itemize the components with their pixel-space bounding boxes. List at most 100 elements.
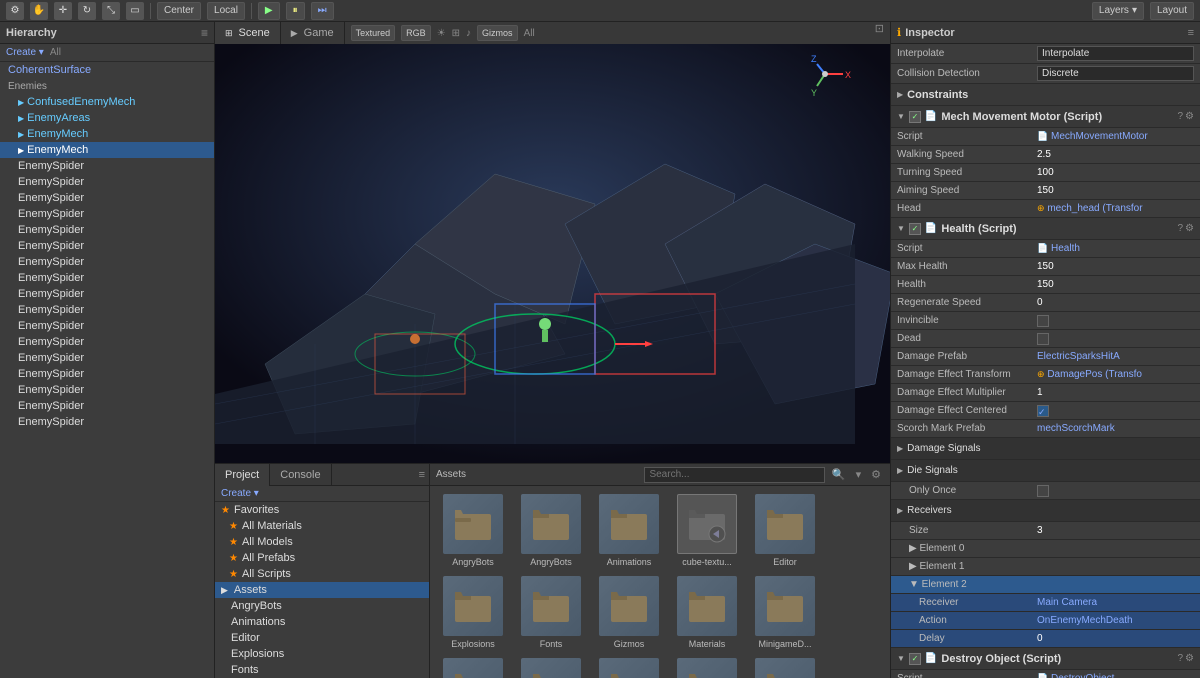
fav-models[interactable]: ★ All Models: [215, 534, 429, 550]
asset-prefabs[interactable]: Prefabs: [672, 658, 742, 678]
create-label[interactable]: Create ▾: [6, 47, 44, 58]
size-value[interactable]: 3: [1037, 525, 1194, 536]
destroy-script-value[interactable]: 📄 DestroyObject: [1037, 673, 1194, 678]
hier-item-enemyareas[interactable]: ▶EnemyAreas: [0, 110, 214, 126]
asset-angrybots2[interactable]: AngryBots: [516, 494, 586, 568]
asset-editor[interactable]: Editor: [750, 494, 820, 568]
favorites-header[interactable]: ★ Favorites: [215, 502, 429, 518]
gizmos-dropdown[interactable]: Gizmos: [477, 25, 518, 41]
hand-tool[interactable]: ✋: [30, 2, 48, 20]
receivers-header[interactable]: ▶ Receivers: [891, 500, 1200, 522]
pause-button[interactable]: ⏸: [286, 2, 305, 20]
transform-button[interactable]: Local: [207, 2, 245, 20]
damage-prefab-value[interactable]: ElectricSparksHitA: [1037, 351, 1194, 362]
asset-explosions[interactable]: Explosions: [438, 576, 508, 650]
health-script-value[interactable]: 📄 Health: [1037, 243, 1194, 254]
folder-animations[interactable]: Animations: [215, 614, 429, 630]
asset-search-icon[interactable]: 🔍: [829, 468, 849, 481]
hier-item-enemyspider10[interactable]: EnemySpider: [0, 302, 214, 318]
scale-tool[interactable]: ⤡: [102, 2, 120, 20]
asset-objects[interactable]: Objects: [438, 658, 508, 678]
regen-speed-value[interactable]: 0: [1037, 297, 1194, 308]
asset-cube-texture[interactable]: cube-textu...: [672, 494, 742, 568]
rect-tool[interactable]: ▭: [126, 2, 144, 20]
hier-item-enemyspider8[interactable]: EnemySpider: [0, 270, 214, 286]
health-value[interactable]: 150: [1037, 279, 1194, 290]
project-create-bar[interactable]: Create ▾: [215, 486, 429, 502]
hier-item-enemyspider11[interactable]: EnemySpider: [0, 318, 214, 334]
asset-fonts[interactable]: Fonts: [516, 576, 586, 650]
head-value[interactable]: ⊕ mech_head (Transfor: [1037, 203, 1194, 214]
hier-item-enemyspider16[interactable]: EnemySpider: [0, 398, 214, 414]
fav-prefabs[interactable]: ★ All Prefabs: [215, 550, 429, 566]
damage-effect-transform-value[interactable]: ⊕ DamagePos (Transfo: [1037, 369, 1194, 380]
folder-explosions[interactable]: Explosions: [215, 646, 429, 662]
health-help-icon[interactable]: ?: [1177, 223, 1183, 234]
unity-icon[interactable]: ⚙: [6, 2, 24, 20]
tab-project[interactable]: Project: [215, 464, 270, 486]
health-settings-icon[interactable]: ⚙: [1185, 223, 1194, 234]
destroy-settings-icon[interactable]: ⚙: [1185, 653, 1194, 664]
asset-materials[interactable]: Materials: [672, 576, 742, 650]
destroy-help-icon[interactable]: ?: [1177, 653, 1183, 664]
hier-item-enemyspider2[interactable]: EnemySpider: [0, 174, 214, 190]
asset-physicsmats[interactable]: PhysicsMate...: [516, 658, 586, 678]
step-button[interactable]: ⏭: [311, 2, 334, 20]
play-button[interactable]: ▶: [258, 2, 280, 20]
fav-scripts[interactable]: ★ All Scripts: [215, 566, 429, 582]
asset-plugins[interactable]: Plugins: [594, 658, 664, 678]
hier-item-enemyspider3[interactable]: EnemySpider: [0, 190, 214, 206]
constraints-header[interactable]: ▶ Constraints: [891, 84, 1200, 106]
insp-collision-value[interactable]: Discrete: [1037, 66, 1194, 81]
receiver-value[interactable]: Main Camera: [1037, 597, 1194, 608]
hier-item-enemyspider17[interactable]: EnemySpider: [0, 414, 214, 430]
die-signals-header[interactable]: ▶ Die Signals: [891, 460, 1200, 482]
asset-minigame[interactable]: MinigameD...: [750, 576, 820, 650]
health-checkbox[interactable]: ✓: [909, 223, 921, 235]
health-header[interactable]: ▼ ✓ 📄 Health (Script) ? ⚙: [891, 218, 1200, 240]
destroy-object-header[interactable]: ▼ ✓ 📄 Destroy Object (Script) ? ⚙: [891, 648, 1200, 670]
damage-signals-header[interactable]: ▶ Damage Signals: [891, 438, 1200, 460]
scorch-mark-value[interactable]: mechScorchMark: [1037, 423, 1194, 434]
hier-item-enemyspider14[interactable]: EnemySpider: [0, 366, 214, 382]
hier-item-enemyspider15[interactable]: EnemySpider: [0, 382, 214, 398]
sun-icon[interactable]: ☀: [437, 28, 446, 39]
all-filter[interactable]: All: [50, 47, 61, 58]
folder-editor[interactable]: Editor: [215, 630, 429, 646]
destroy-object-checkbox[interactable]: ✓: [909, 653, 921, 665]
hier-item-enemymech1[interactable]: ▶EnemyMech: [0, 126, 214, 142]
asset-search-input[interactable]: [644, 467, 824, 483]
hierarchy-close[interactable]: ≡: [201, 26, 208, 40]
layout-button[interactable]: Layout: [1150, 2, 1194, 20]
scene-view[interactable]: X Y Z: [215, 44, 890, 463]
mech-motor-script-value[interactable]: 📄 MechMovementMotor: [1037, 131, 1194, 142]
hier-item-coherentsurface[interactable]: CoherentSurface: [0, 62, 214, 78]
asset-animations[interactable]: Animations: [594, 494, 664, 568]
folder-angrybots[interactable]: AngryBots: [215, 598, 429, 614]
hier-item-enemyspider6[interactable]: EnemySpider: [0, 238, 214, 254]
mech-motor-settings-icon[interactable]: ⚙: [1185, 111, 1194, 122]
overlay-icon[interactable]: ⊞: [452, 28, 460, 39]
fav-materials[interactable]: ★ All Materials: [215, 518, 429, 534]
layers-dropdown[interactable]: Layers ▾: [1092, 2, 1144, 20]
folder-fonts[interactable]: Fonts: [215, 662, 429, 678]
hier-item-enemyspider1[interactable]: EnemySpider: [0, 158, 214, 174]
rotate-tool[interactable]: ↻: [78, 2, 96, 20]
move-tool[interactable]: ✛: [54, 2, 72, 20]
tab-scene[interactable]: ⊞ Scene: [215, 22, 281, 44]
hier-item-enemyspider7[interactable]: EnemySpider: [0, 254, 214, 270]
hier-item-enemyspider5[interactable]: EnemySpider: [0, 222, 214, 238]
damage-effect-centered-checkbox[interactable]: [1037, 405, 1049, 417]
walking-speed-value[interactable]: 2.5: [1037, 149, 1194, 160]
mech-motor-header[interactable]: ▼ ✓ 📄 Mech Movement Motor (Script) ? ⚙: [891, 106, 1200, 128]
only-once-checkbox[interactable]: [1037, 485, 1049, 497]
element2-row[interactable]: ▼ Element 2: [891, 576, 1200, 594]
tab-console[interactable]: Console: [270, 464, 331, 486]
asset-resources[interactable]: Resources: [750, 658, 820, 678]
asset-gizmos[interactable]: Gizmos: [594, 576, 664, 650]
aiming-speed-value[interactable]: 150: [1037, 185, 1194, 196]
hier-item-enemymech2[interactable]: ▶EnemyMech: [0, 142, 214, 158]
all-label[interactable]: All: [524, 28, 535, 39]
insp-interpolate-value[interactable]: Interpolate: [1037, 46, 1194, 61]
mech-motor-help-icon[interactable]: ?: [1177, 111, 1183, 122]
